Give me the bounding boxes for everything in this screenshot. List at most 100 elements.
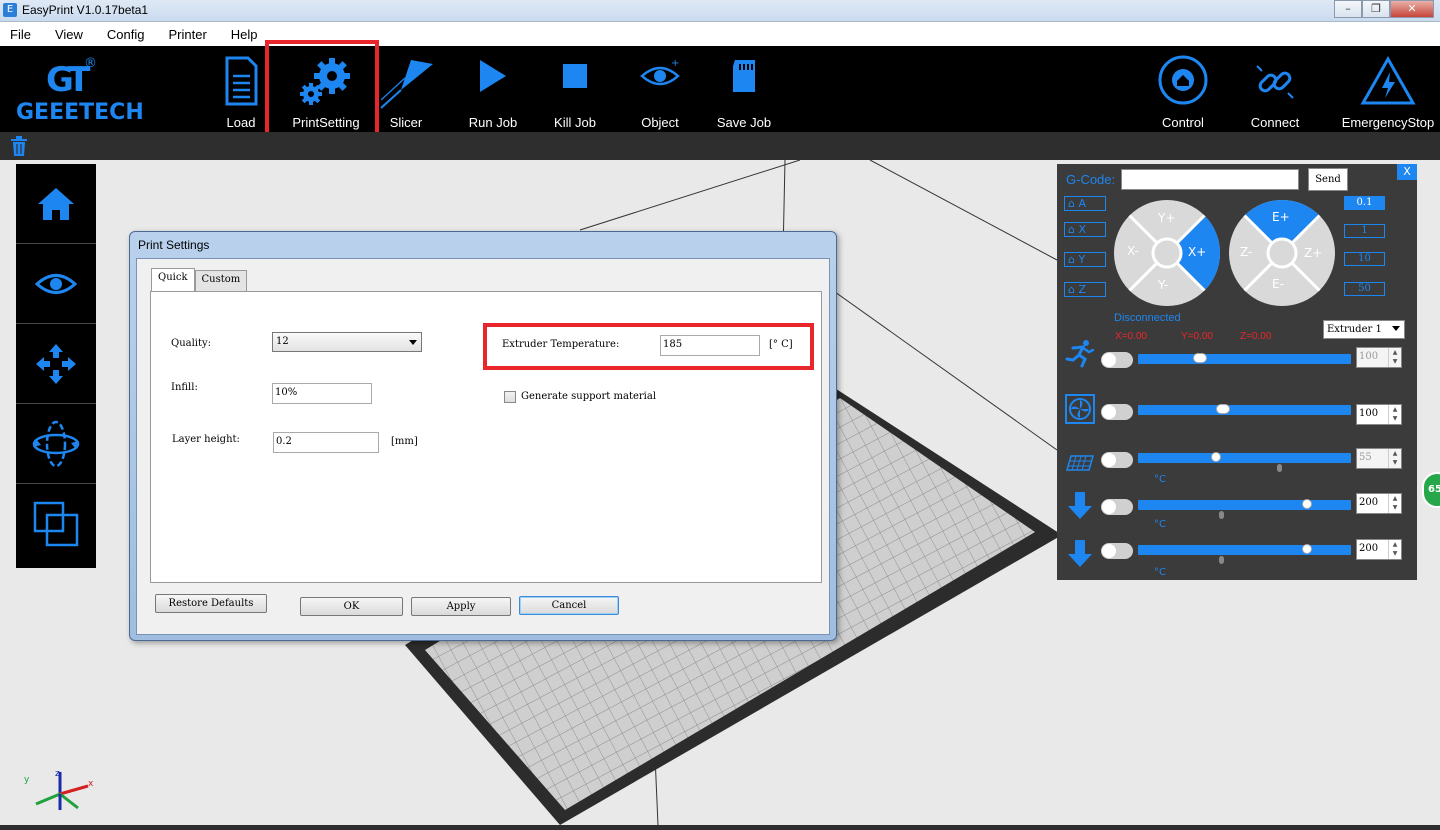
menu-config[interactable]: Config	[105, 27, 147, 42]
menu-view[interactable]: View	[53, 27, 85, 42]
y-minus-label[interactable]: Y-	[1158, 278, 1168, 292]
extruder1-slider-handle[interactable]	[1302, 499, 1312, 509]
extruder-select[interactable]: Extruder 1	[1323, 320, 1405, 339]
apply-button[interactable]: Apply	[411, 597, 511, 616]
z-plus-label[interactable]: Z+	[1304, 246, 1322, 260]
speed-spinbox[interactable]: 100 ▲ ▼	[1356, 347, 1402, 368]
ok-button[interactable]: OK	[300, 597, 403, 616]
extruder-arrow-icon	[1068, 492, 1092, 519]
svg-text:+: +	[671, 58, 679, 69]
menu-file[interactable]: File	[8, 27, 33, 42]
extruder1-unit: °C	[1154, 519, 1166, 530]
close-window-button[interactable]: ✕	[1390, 0, 1434, 18]
copy-button[interactable]	[16, 484, 96, 564]
load-button[interactable]: Load	[211, 46, 271, 132]
step-10-button[interactable]: 10	[1344, 252, 1385, 266]
speed-toggle[interactable]	[1101, 352, 1133, 368]
z-minus-label[interactable]: Z-	[1240, 245, 1252, 259]
gcode-label: G-Code:	[1066, 172, 1116, 187]
speed-slider[interactable]	[1138, 353, 1351, 364]
minimize-button[interactable]: –	[1334, 0, 1362, 18]
step-1-button[interactable]: 1	[1344, 224, 1385, 238]
fan-spinbox[interactable]: 100 ▲ ▼	[1356, 404, 1402, 425]
quality-select[interactable]: 12	[272, 332, 422, 352]
home-icon: ⌂	[1068, 253, 1075, 266]
menu-help[interactable]: Help	[229, 27, 260, 42]
extruder2-slider[interactable]	[1138, 544, 1351, 564]
extruder1-spinbox[interactable]: 200 ▲ ▼	[1356, 493, 1402, 514]
close-panel-button[interactable]: X	[1397, 164, 1417, 180]
restore-button[interactable]: ❐	[1362, 0, 1390, 18]
e-minus-label[interactable]: E-	[1272, 277, 1284, 291]
main-toolbar: GT ® GEEETECH Load PrintSetting Slicer R…	[0, 46, 1440, 132]
eye-icon	[35, 273, 77, 294]
spin-arrows-icon[interactable]: ▲ ▼	[1388, 405, 1401, 424]
emergency-stop-label: EmergencyStop	[1341, 115, 1435, 130]
bed-slider-handle[interactable]	[1211, 452, 1221, 462]
gcode-input[interactable]	[1121, 169, 1299, 190]
bed-slider[interactable]	[1138, 452, 1351, 472]
home-z-button[interactable]: ⌂ Z	[1064, 282, 1106, 297]
home-a-label: A	[1078, 197, 1087, 210]
spin-arrows-icon[interactable]: ▲ ▼	[1388, 494, 1401, 513]
spin-arrows-icon[interactable]: ▲ ▼	[1388, 348, 1401, 367]
bed-spinbox[interactable]: 55 ▲ ▼	[1356, 448, 1402, 469]
restore-defaults-button[interactable]: Restore Defaults	[155, 594, 267, 613]
e-plus-label[interactable]: E+	[1272, 210, 1290, 224]
layer-height-field[interactable]: 0.2	[273, 432, 379, 453]
extruder2-spinbox[interactable]: 200 ▲ ▼	[1356, 539, 1402, 560]
speed-slider-handle[interactable]	[1193, 353, 1207, 363]
menu-printer[interactable]: Printer	[166, 27, 208, 42]
y-plus-label[interactable]: Y+	[1158, 211, 1175, 225]
dialog-body: Quick Custom Quality: 12 Infill: 10% Lay…	[136, 258, 830, 635]
extruder-select-value: Extruder 1	[1327, 324, 1382, 335]
home-view-button[interactable]	[16, 164, 96, 244]
heated-bed-icon	[1066, 455, 1094, 471]
step-50-button[interactable]: 50	[1344, 282, 1385, 296]
move-button[interactable]	[16, 324, 96, 404]
slicer-button[interactable]: Slicer	[378, 46, 434, 132]
step-0-1-button[interactable]: 0.1	[1344, 196, 1385, 210]
home-y-button[interactable]: ⌂ Y	[1064, 252, 1106, 267]
object-button[interactable]: + Object	[630, 46, 690, 132]
view-button[interactable]	[16, 244, 96, 324]
control-button[interactable]: Control	[1150, 46, 1216, 132]
kill-job-button[interactable]: Kill Job	[545, 46, 605, 132]
logo-registered: ®	[84, 56, 97, 71]
emergency-stop-button[interactable]: EmergencyStop	[1340, 46, 1436, 132]
home-y-label: Y	[1078, 253, 1086, 266]
extruder1-slider[interactable]	[1138, 499, 1351, 519]
save-job-button[interactable]: Save Job	[712, 46, 776, 132]
home-icon: ⌂	[1068, 283, 1075, 296]
quality-label: Quality:	[171, 338, 212, 349]
infill-field[interactable]: 10%	[272, 383, 372, 404]
extruder2-slider-handle[interactable]	[1302, 544, 1312, 554]
tab-custom[interactable]: Custom	[194, 270, 248, 291]
fan-slider[interactable]	[1138, 404, 1351, 415]
x-plus-label[interactable]: X+	[1188, 245, 1206, 259]
fan-toggle[interactable]	[1101, 404, 1133, 420]
send-button[interactable]: Send	[1308, 168, 1348, 191]
bed-toggle[interactable]	[1101, 452, 1133, 468]
print-setting-highlight	[265, 40, 379, 146]
x-coordinate: X=0.00	[1115, 331, 1147, 342]
tab-quick[interactable]: Quick	[151, 268, 195, 291]
trash-icon[interactable]	[10, 136, 28, 156]
home-x-button[interactable]: ⌂ X	[1064, 222, 1106, 237]
kill-job-label: Kill Job	[554, 115, 596, 130]
cancel-button[interactable]: Cancel	[519, 596, 619, 615]
spin-arrows-icon[interactable]: ▲ ▼	[1388, 449, 1401, 468]
extruder1-toggle[interactable]	[1101, 499, 1133, 515]
link-icon	[1256, 65, 1294, 99]
home-a-button[interactable]: ⌂ A	[1064, 196, 1106, 211]
spin-arrows-icon[interactable]: ▲ ▼	[1388, 540, 1401, 559]
menu-bar: File View Config Printer Help	[0, 22, 1440, 46]
connect-button[interactable]: Connect	[1242, 46, 1308, 132]
extruder2-toggle[interactable]	[1101, 543, 1133, 559]
support-material-checkbox[interactable]	[504, 391, 516, 403]
fan-slider-handle[interactable]	[1216, 404, 1230, 414]
run-job-button[interactable]: Run Job	[463, 46, 523, 132]
x-minus-label[interactable]: X-	[1127, 244, 1139, 258]
rotate-button[interactable]	[16, 404, 96, 484]
side-badge[interactable]: 65	[1422, 472, 1440, 508]
